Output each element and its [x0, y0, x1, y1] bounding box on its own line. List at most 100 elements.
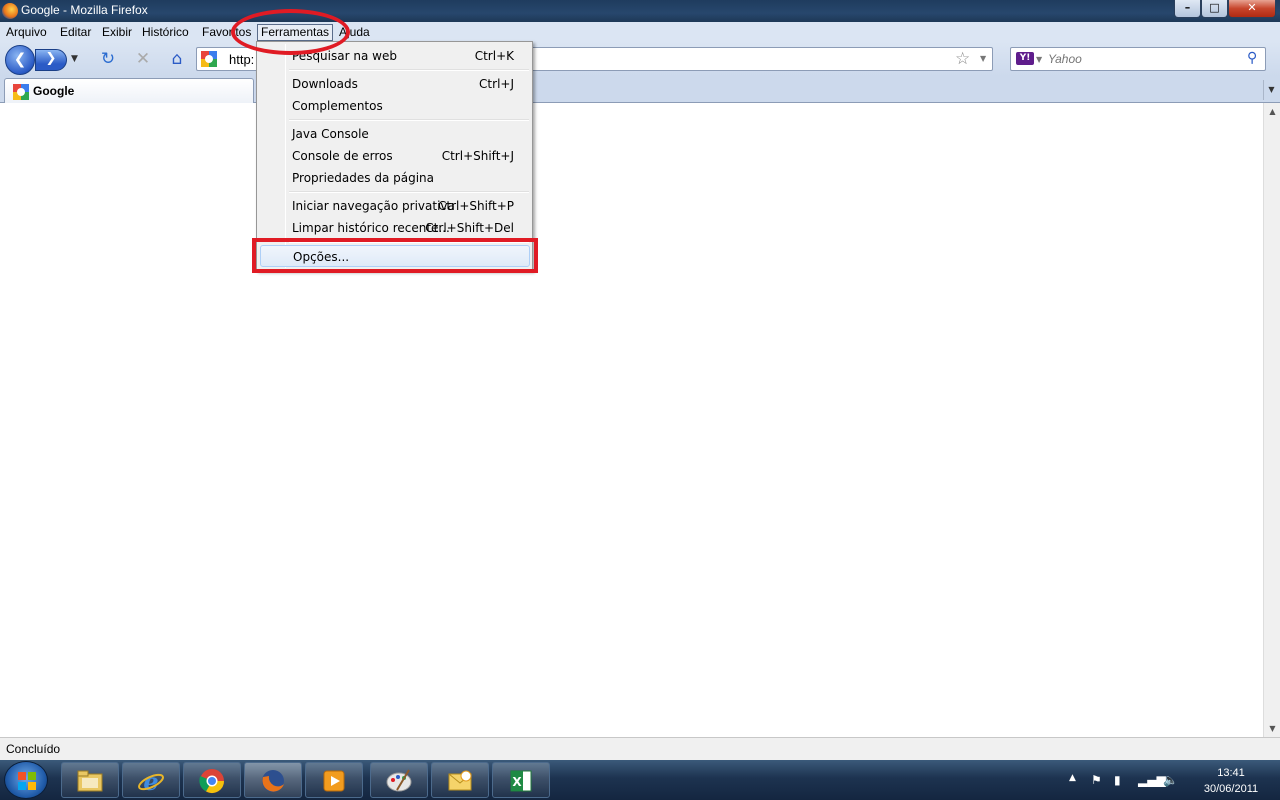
taskbar-media-player[interactable]	[305, 762, 363, 798]
menu-item-java-console[interactable]: Java Console	[260, 123, 530, 145]
firefox-icon	[262, 770, 284, 792]
close-button[interactable]: ✕	[1228, 0, 1276, 18]
clock[interactable]: 13:41 30/06/2011	[1188, 765, 1274, 797]
svg-text:X: X	[512, 775, 522, 789]
chrome-icon	[199, 769, 224, 794]
menu-item-label: Iniciar navegação privativa	[292, 199, 455, 213]
google-favicon-icon	[201, 51, 217, 67]
home-icon[interactable]: ⌂	[166, 48, 188, 70]
clock-time: 13:41	[1217, 767, 1245, 779]
paint-icon	[386, 769, 412, 792]
taskbar-internet-explorer[interactable]: e	[122, 762, 180, 798]
menu-item-console-de-erros[interactable]: Console de erros Ctrl+Shift+J	[260, 145, 530, 167]
taskbar-excel[interactable]: X	[492, 762, 550, 798]
back-forward-group: ❮ ❯ ▼	[5, 45, 79, 75]
forward-button[interactable]: ❯	[35, 49, 67, 71]
page-content[interactable]	[0, 103, 1263, 737]
taskbar-firefox[interactable]	[244, 762, 302, 798]
scroll-down-icon[interactable]: ▼	[1264, 720, 1280, 737]
menu-item-complementos[interactable]: Complementos	[260, 95, 530, 117]
forward-arrow-icon: ❯	[45, 51, 57, 66]
menu-item-downloads[interactable]: Downloads Ctrl+J	[260, 73, 530, 95]
vertical-scrollbar[interactable]: ▲ ▼	[1263, 103, 1280, 737]
menu-item-shortcut: Ctrl+Shift+J	[441, 149, 514, 163]
taskbar-explorer[interactable]	[61, 762, 119, 798]
taskbar-paint[interactable]	[370, 762, 428, 798]
clock-date: 30/06/2011	[1203, 783, 1259, 795]
engine-dropdown-icon[interactable]: ▼	[1036, 55, 1042, 64]
power-icon[interactable]: ▮	[1114, 773, 1121, 787]
menu-item-shortcut: Ctrl+Shift+P	[438, 199, 514, 213]
title-bar: Google - Mozilla Firefox – □ ✕	[0, 0, 1280, 22]
menu-ferramentas[interactable]: Ferramentas	[257, 24, 334, 41]
outlook-icon	[448, 770, 472, 791]
menu-item-limpar-historico[interactable]: Limpar histórico recente... Ctrl+Shift+D…	[260, 217, 530, 239]
bookmark-star-icon[interactable]: ☆	[955, 49, 970, 69]
tab-title: Google	[33, 84, 75, 98]
window-title: Google - Mozilla Firefox	[21, 3, 148, 17]
search-bar: Y! ▼ ⚲	[1010, 47, 1266, 71]
menu-item-pesquisar-na-web[interactable]: Pesquisar na web Ctrl+K	[260, 45, 530, 67]
back-button[interactable]: ❮	[5, 45, 35, 75]
menu-item-label: Console de erros	[292, 149, 393, 163]
history-dropdown-icon[interactable]: ▼	[71, 54, 78, 64]
url-dropdown-icon[interactable]: ▼	[980, 54, 986, 63]
menu-item-label: Java Console	[292, 127, 369, 141]
menu-item-label: Complementos	[292, 99, 383, 113]
svg-text:e: e	[143, 768, 158, 794]
menu-editar[interactable]: Editar	[57, 24, 94, 41]
stop-icon[interactable]: ✕	[132, 48, 154, 70]
taskbar: e X ▲ ⚑ ▮ ▂▄▆ 🔈 13:41 30/06/2011	[0, 760, 1280, 800]
menu-item-label: Opções...	[293, 250, 350, 264]
tab-bar: Google ▼	[0, 76, 1280, 103]
url-text: http:	[229, 52, 255, 67]
menu-favoritos[interactable]: Favoritos	[199, 24, 254, 41]
reload-icon[interactable]: ↻	[97, 48, 119, 70]
tools-menu: Pesquisar na web Ctrl+K Downloads Ctrl+J…	[256, 41, 533, 271]
firefox-logo-icon	[2, 3, 18, 19]
menu-item-navegacao-privativa[interactable]: Iniciar navegação privativa Ctrl+Shift+P	[260, 195, 530, 217]
minimize-button[interactable]: –	[1174, 0, 1201, 18]
menu-item-label: Pesquisar na web	[292, 49, 397, 63]
menu-item-opcoes[interactable]: Opções...	[260, 245, 530, 267]
navigation-toolbar: ❮ ❯ ▼ ↻ ✕ ⌂ http: ☆ ▼ Y! ▼ ⚲	[0, 42, 1280, 76]
excel-icon: X	[510, 770, 532, 792]
menu-exibir[interactable]: Exibir	[99, 24, 135, 41]
windows-explorer-icon	[77, 770, 103, 792]
tab-google[interactable]: Google	[4, 78, 254, 103]
google-favicon-icon	[13, 84, 29, 100]
action-center-icon[interactable]: ⚑	[1091, 773, 1102, 787]
start-button[interactable]	[4, 761, 48, 799]
maximize-button[interactable]: □	[1201, 0, 1228, 18]
taskbar-outlook[interactable]	[431, 762, 489, 798]
back-arrow-icon: ❮	[13, 50, 27, 68]
yahoo-engine-icon[interactable]: Y!	[1016, 52, 1034, 65]
menu-historico[interactable]: Histórico	[139, 24, 192, 41]
windows-logo-icon	[18, 772, 36, 790]
menu-item-shortcut: Ctrl+Shift+Del	[425, 221, 514, 235]
scroll-up-icon[interactable]: ▲	[1264, 103, 1280, 120]
maximize-icon: □	[1209, 1, 1220, 14]
volume-muted-icon[interactable]: 🔈	[1163, 773, 1178, 787]
menu-item-shortcut: Ctrl+K	[474, 49, 514, 63]
menu-item-propriedades-da-pagina[interactable]: Propriedades da página	[260, 167, 530, 189]
menu-item-label: Downloads	[292, 77, 358, 91]
tab-list-dropdown-icon[interactable]: ▼	[1263, 80, 1279, 100]
search-input[interactable]	[1048, 51, 1238, 67]
close-icon: ✕	[1247, 1, 1257, 14]
menu-ajuda[interactable]: Ajuda	[336, 24, 373, 41]
menu-separator	[289, 241, 529, 243]
menu-item-shortcut: Ctrl+J	[479, 77, 514, 91]
show-hidden-icons-icon[interactable]: ▲	[1069, 773, 1076, 783]
menu-arquivo[interactable]: Arquivo	[3, 24, 50, 41]
status-text: Concluído	[6, 742, 61, 756]
menu-item-label: Propriedades da página	[292, 171, 435, 185]
taskbar-chrome[interactable]	[183, 762, 241, 798]
menu-separator	[289, 69, 529, 71]
network-signal-icon[interactable]: ▂▄▆	[1138, 773, 1166, 787]
media-player-icon	[323, 770, 345, 792]
menu-separator	[289, 191, 529, 193]
menu-separator	[289, 119, 529, 121]
search-icon[interactable]: ⚲	[1247, 50, 1257, 66]
minimize-icon: –	[1184, 1, 1191, 14]
